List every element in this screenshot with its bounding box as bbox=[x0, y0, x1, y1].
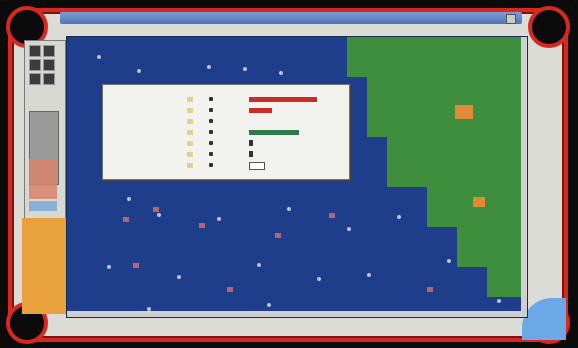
stat-swatch bbox=[249, 151, 253, 157]
adjust-icon[interactable] bbox=[209, 152, 213, 156]
adjust-icon[interactable] bbox=[209, 141, 213, 145]
map-marker[interactable] bbox=[97, 55, 101, 59]
resource-icon bbox=[187, 152, 193, 157]
unit-marker[interactable] bbox=[275, 233, 281, 238]
map-marker[interactable] bbox=[497, 299, 501, 303]
adjust-icon[interactable] bbox=[209, 163, 213, 167]
map-marker[interactable] bbox=[127, 197, 131, 201]
map-marker[interactable] bbox=[107, 265, 111, 269]
close-icon[interactable] bbox=[506, 14, 516, 24]
tool-icon-4[interactable] bbox=[43, 59, 55, 71]
decorative-blob bbox=[522, 298, 566, 340]
resource-icon bbox=[187, 108, 193, 113]
adjust-icon[interactable] bbox=[209, 119, 213, 123]
stat-row bbox=[107, 161, 343, 170]
stat-bar bbox=[249, 108, 272, 113]
land-region bbox=[387, 137, 527, 187]
map-marker[interactable] bbox=[177, 275, 181, 279]
unit-marker[interactable] bbox=[153, 207, 159, 212]
mini-status-bar bbox=[29, 201, 57, 211]
map-marker[interactable] bbox=[137, 69, 141, 73]
tool-icon-3[interactable] bbox=[29, 59, 41, 71]
sidebar-strip bbox=[22, 218, 66, 314]
tool-icon-6[interactable] bbox=[43, 73, 55, 85]
unit-marker[interactable] bbox=[329, 213, 335, 218]
unit-marker[interactable] bbox=[123, 217, 129, 222]
land-region bbox=[367, 77, 527, 137]
land-region bbox=[457, 227, 527, 267]
unit-marker[interactable] bbox=[227, 287, 233, 292]
land-region bbox=[427, 187, 527, 227]
map-marker[interactable] bbox=[279, 71, 283, 75]
resource-icon bbox=[187, 141, 193, 146]
stats-popup bbox=[102, 84, 350, 180]
stat-row bbox=[107, 117, 343, 126]
map-marker[interactable] bbox=[257, 263, 261, 267]
tool-icon-5[interactable] bbox=[29, 73, 41, 85]
stat-row bbox=[107, 139, 343, 148]
popup-title bbox=[107, 87, 127, 93]
map-marker[interactable] bbox=[217, 217, 221, 221]
resource-icon bbox=[187, 97, 193, 102]
unit-marker[interactable] bbox=[199, 223, 205, 228]
desert-patch bbox=[455, 105, 473, 119]
map-marker[interactable] bbox=[207, 65, 211, 69]
unit-marker[interactable] bbox=[133, 263, 139, 268]
tool-icon-1[interactable] bbox=[29, 45, 41, 57]
land-region bbox=[347, 37, 527, 77]
unit-marker[interactable] bbox=[427, 287, 433, 292]
resource-icon bbox=[187, 130, 193, 135]
stat-row bbox=[107, 106, 343, 115]
map-marker[interactable] bbox=[267, 303, 271, 307]
stat-bar bbox=[249, 97, 317, 102]
stat-row bbox=[107, 150, 343, 159]
map-marker[interactable] bbox=[347, 227, 351, 231]
stat-row bbox=[107, 128, 343, 137]
frame-corner-top-right bbox=[528, 6, 570, 48]
stat-bar bbox=[249, 130, 299, 135]
stat-swatch bbox=[249, 140, 253, 146]
resource-icon bbox=[187, 119, 193, 124]
map-marker[interactable] bbox=[317, 277, 321, 281]
map-marker[interactable] bbox=[287, 207, 291, 211]
unit-list-panel[interactable] bbox=[29, 159, 57, 199]
tool-icon-2[interactable] bbox=[43, 45, 55, 57]
adjust-icon[interactable] bbox=[209, 108, 213, 112]
map-marker[interactable] bbox=[243, 67, 247, 71]
stat-checkbox[interactable] bbox=[249, 162, 265, 170]
map-marker[interactable] bbox=[157, 213, 161, 217]
adjust-icon[interactable] bbox=[209, 97, 213, 101]
map-horizontal-scrollbar[interactable] bbox=[67, 311, 527, 317]
map-marker[interactable] bbox=[367, 273, 371, 277]
resource-icon bbox=[187, 163, 193, 168]
map-vertical-scrollbar[interactable] bbox=[521, 37, 527, 317]
adjust-icon[interactable] bbox=[209, 130, 213, 134]
desert-patch bbox=[473, 197, 485, 207]
stat-row bbox=[107, 95, 343, 104]
map-marker[interactable] bbox=[397, 215, 401, 219]
map-marker[interactable] bbox=[447, 259, 451, 263]
window-titlebar[interactable] bbox=[60, 12, 522, 24]
